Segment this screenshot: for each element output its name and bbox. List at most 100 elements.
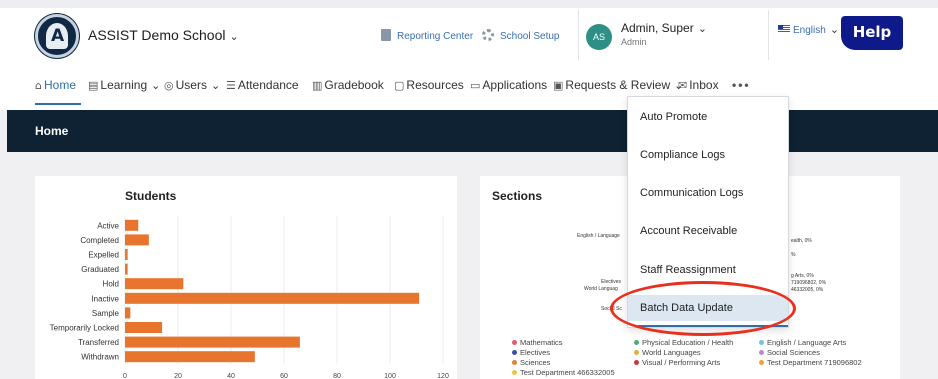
legend-dot xyxy=(759,360,764,365)
students-bar-chart: Active Completed Expelled Graduated Hold Inac… xyxy=(50,216,449,379)
chevron-down-icon: ⌄ xyxy=(229,31,239,43)
chart-tick-label: 60 xyxy=(280,373,288,379)
chart-bar[interactable] xyxy=(125,278,184,290)
header-bar xyxy=(0,0,938,110)
chart-bar[interactable] xyxy=(125,234,149,246)
chart-bar[interactable] xyxy=(125,307,131,319)
legend-item[interactable]: Visual / Performing Arts xyxy=(634,358,720,367)
clipboard-icon: ▣ xyxy=(553,79,564,92)
language-selector[interactable]: English ⌄ xyxy=(778,23,839,36)
chart-bar[interactable] xyxy=(125,351,255,363)
section-pie-label: 719096802, 0% xyxy=(791,280,827,286)
more-menu-button[interactable]: ••• xyxy=(732,78,751,92)
chart-bar[interactable] xyxy=(125,219,139,231)
legend-item[interactable]: Mathematics xyxy=(512,338,563,347)
legend-label: Mathematics xyxy=(520,338,563,347)
gradebook-icon: ▥ xyxy=(312,79,323,92)
chevron-down-icon: ⌄ xyxy=(151,80,161,92)
help-button[interactable]: Help xyxy=(841,16,903,50)
page-title: Home xyxy=(35,124,69,138)
sections-title: Sections xyxy=(492,189,543,203)
chart-tick-label: 0 xyxy=(123,373,127,379)
legend-dot xyxy=(512,360,517,365)
nav-users-label: Users xyxy=(175,78,207,92)
menu-item-compliance-logs[interactable]: Compliance Logs xyxy=(640,149,725,161)
header-divider xyxy=(578,10,579,60)
legend-dot xyxy=(512,350,517,355)
chart-tick-label: 40 xyxy=(227,373,235,379)
book-icon: ▤ xyxy=(88,79,99,92)
school-logo[interactable]: A xyxy=(35,14,79,58)
legend-item[interactable]: Test Department 466332005 xyxy=(512,368,615,377)
chart-bar[interactable] xyxy=(125,322,163,333)
nav-home[interactable]: ⌂ Home xyxy=(35,78,76,92)
students-card: Students Active Completed Expelled Graduate… xyxy=(35,176,457,379)
legend-item[interactable]: English / Language Arts xyxy=(759,338,846,347)
school-name: ASSIST Demo School xyxy=(88,27,226,43)
section-pie-label: g Arts, 0% xyxy=(791,273,814,279)
legend-item[interactable]: World Languages xyxy=(634,348,701,357)
legend-item[interactable]: Test Department 719096802 xyxy=(759,358,862,367)
nav-requests-review[interactable]: ▣ Requests & Review ⌄ xyxy=(553,78,683,92)
section-pie-label: % xyxy=(791,252,796,258)
home-icon: ⌂ xyxy=(35,79,42,92)
list-icon: ☰ xyxy=(226,79,236,92)
chart-category-label: Graduated xyxy=(81,265,119,274)
user-icon: ◎ xyxy=(164,79,174,92)
legend-item[interactable]: Sciences xyxy=(512,358,550,367)
chart-category-label: Completed xyxy=(80,236,119,245)
header-divider xyxy=(768,10,769,60)
nav-applications[interactable]: ▭ Applications xyxy=(470,78,547,92)
legend-dot xyxy=(634,360,639,365)
section-pie-label: 46332005, 0% xyxy=(791,287,824,293)
chart-category-label: Sample xyxy=(92,309,120,318)
school-setup-link[interactable]: School Setup xyxy=(482,29,560,42)
chart-bar[interactable] xyxy=(125,336,300,348)
nav-users[interactable]: ◎ Users ⌄ xyxy=(164,78,220,92)
legend-item[interactable]: Electives xyxy=(512,348,550,357)
chart-bar[interactable] xyxy=(125,249,128,260)
chart-bar[interactable] xyxy=(125,263,128,275)
legend-label: Electives xyxy=(520,348,551,357)
legend-label: Sciences xyxy=(520,358,551,367)
user-role: Admin xyxy=(621,37,647,47)
avatar[interactable]: AS xyxy=(586,24,612,50)
legend-item[interactable]: Social Sciences xyxy=(759,348,820,357)
legend-dot xyxy=(759,350,764,355)
legend-label: World Languages xyxy=(642,348,701,357)
nav-learning-label: Learning xyxy=(100,78,148,92)
chart-tick-label: 120 xyxy=(437,373,449,379)
chart-category-label: Withdrawn xyxy=(81,353,119,362)
user-name: Admin, Super xyxy=(621,21,694,35)
legend-label: Test Department 466332005 xyxy=(520,368,615,377)
nav-inbox-label: Inbox xyxy=(689,78,719,92)
legend-dot xyxy=(512,370,517,375)
nav-inbox[interactable]: ✉ Inbox xyxy=(678,78,719,92)
nav-resources-label: Resources xyxy=(406,78,464,92)
menu-item-auto-promote[interactable]: Auto Promote xyxy=(640,111,707,123)
legend-item[interactable]: Physical Education / Health xyxy=(634,338,733,347)
nav-learning[interactable]: ▤ Learning ⌄ xyxy=(88,78,160,92)
chart-bar[interactable] xyxy=(125,292,420,304)
menu-item-staff-reassignment[interactable]: Staff Reassignment xyxy=(640,264,736,276)
chevron-down-icon: ⌄ xyxy=(210,80,221,92)
chart-tick-label: 20 xyxy=(174,373,182,379)
reporting-center-link[interactable]: Reporting Center xyxy=(381,29,473,42)
nav-resources[interactable]: ▢ Resources xyxy=(394,78,464,92)
nav-attendance-label: Attendance xyxy=(237,78,299,92)
legend-label: Physical Education / Health xyxy=(642,338,734,347)
mail-icon: ✉ xyxy=(678,79,688,92)
school-switcher[interactable]: ASSIST Demo School ⌄ xyxy=(88,27,239,43)
menu-item-account-receivable[interactable]: Account Receivable xyxy=(640,225,737,237)
top-strip xyxy=(0,0,938,8)
logo-letter: A xyxy=(51,26,65,46)
nav-attendance[interactable]: ☰ Attendance xyxy=(226,78,299,92)
nav-gradebook[interactable]: ▥ Gradebook xyxy=(312,78,384,92)
section-pie-label: Electives xyxy=(601,279,622,285)
legend-label: Test Department 719096802 xyxy=(767,358,862,367)
user-menu[interactable]: Admin, Super ⌄ xyxy=(621,21,707,35)
nav-home-label: Home xyxy=(43,78,76,92)
legend-dot xyxy=(634,340,639,345)
menu-item-communication-logs[interactable]: Communication Logs xyxy=(640,187,743,199)
chart-tick-label: 80 xyxy=(333,373,341,379)
